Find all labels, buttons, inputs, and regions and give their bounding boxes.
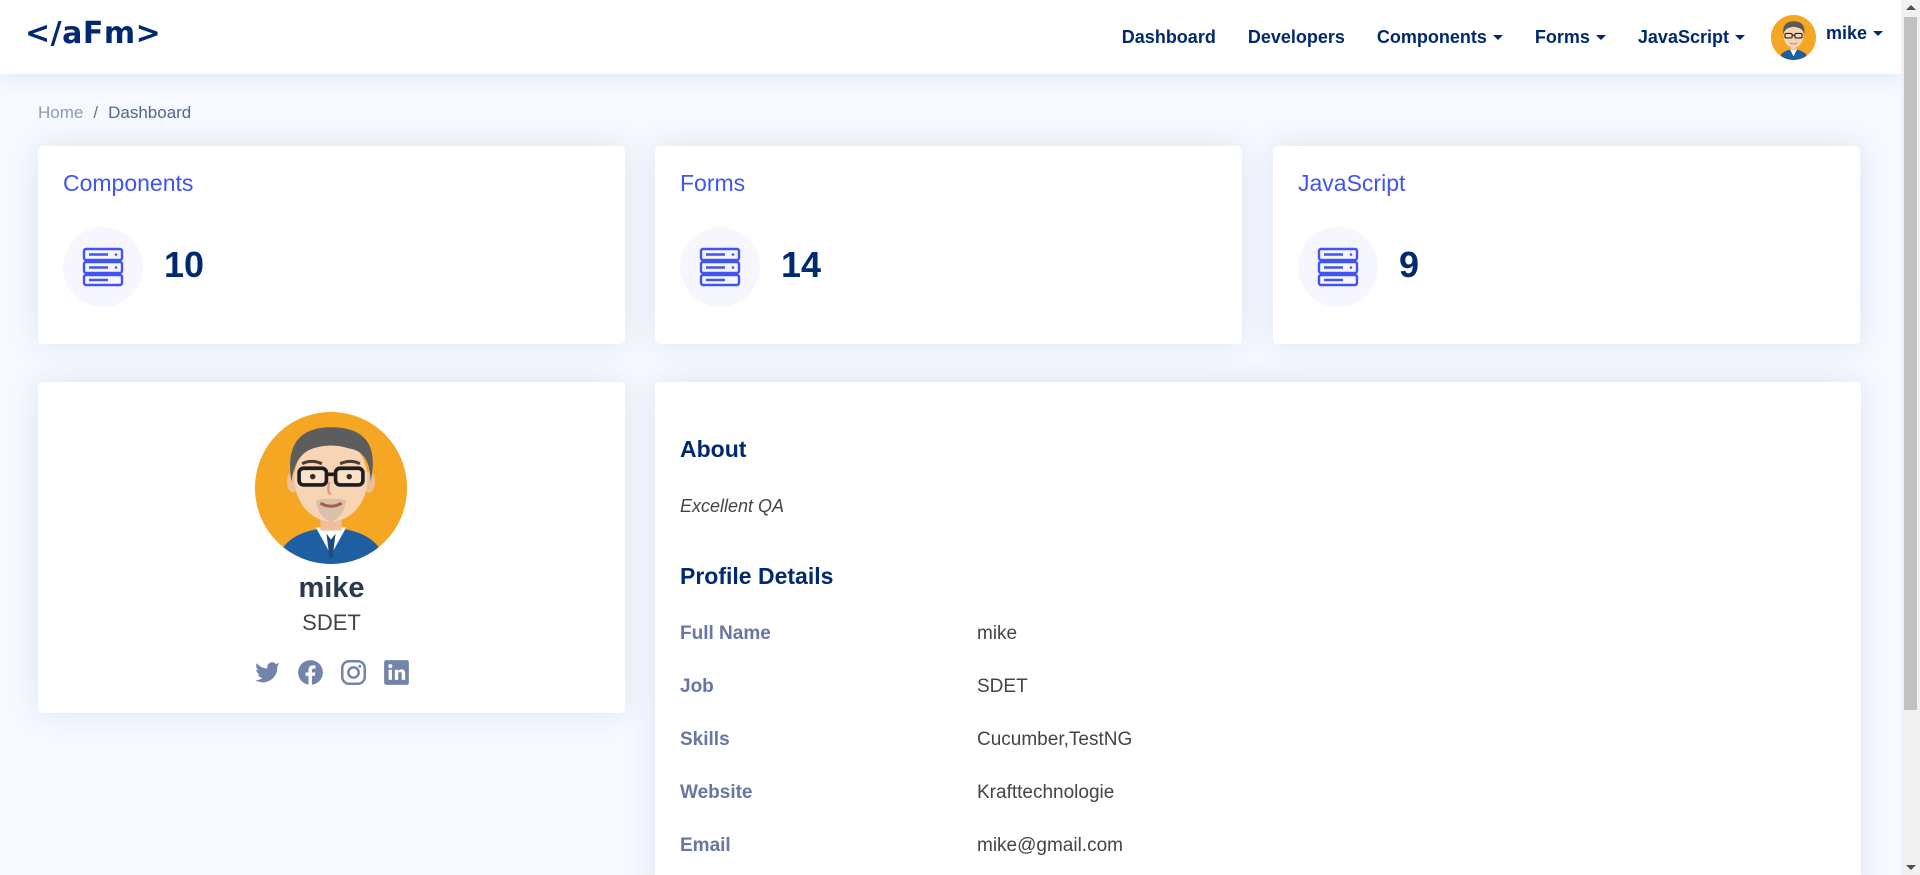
breadcrumb-current: Dashboard bbox=[108, 103, 192, 122]
server-icon bbox=[63, 227, 143, 307]
stat-value: 10 bbox=[164, 244, 205, 285]
nav-developers[interactable]: Developers bbox=[1248, 27, 1345, 48]
server-icon bbox=[680, 227, 760, 307]
facebook-icon[interactable] bbox=[297, 659, 324, 686]
profile-name: mike bbox=[298, 572, 365, 604]
about-text: Excellent QA bbox=[680, 496, 785, 516]
twitter-icon[interactable] bbox=[254, 659, 281, 686]
main-nav: Dashboard Developers Components Forms Ja… bbox=[1090, 0, 1883, 74]
stat-title: JavaScript bbox=[1298, 170, 1406, 196]
detail-value-full-name: mike bbox=[977, 623, 1018, 644]
detail-label-job: Job bbox=[680, 676, 714, 697]
profile-details-title: Profile Details bbox=[680, 563, 834, 589]
instagram-icon[interactable] bbox=[340, 659, 367, 686]
caret-down-icon bbox=[1734, 34, 1745, 40]
caret-down-icon bbox=[1492, 34, 1503, 40]
stat-value: 9 bbox=[1399, 244, 1420, 285]
breadcrumb-home[interactable]: Home bbox=[38, 103, 83, 123]
detail-value-email: mike@gmail.com bbox=[977, 835, 1123, 856]
detail-label-skills: Skills bbox=[680, 729, 730, 750]
page-scrollbar[interactable] bbox=[1901, 0, 1920, 875]
nav-forms-label: Forms bbox=[1534, 26, 1590, 47]
nav-forms-dropdown[interactable]: Forms bbox=[1535, 27, 1606, 48]
breadcrumb: Home / Dashboard bbox=[38, 103, 191, 123]
caret-down-icon bbox=[1595, 34, 1606, 40]
profile-avatar bbox=[255, 412, 407, 564]
nav-components-dropdown[interactable]: Components bbox=[1377, 27, 1503, 48]
user-menu-label: mike bbox=[1825, 22, 1867, 43]
social-links bbox=[38, 659, 625, 686]
detail-value-job: SDET bbox=[977, 676, 1028, 697]
detail-label-full-name: Full Name bbox=[680, 623, 771, 644]
detail-value-website: Krafttechnologie bbox=[977, 782, 1115, 803]
detail-label-website: Website bbox=[680, 782, 753, 803]
nav-dashboard[interactable]: Dashboard bbox=[1122, 27, 1216, 48]
about-title: About bbox=[680, 436, 747, 462]
user-avatar[interactable] bbox=[1770, 14, 1816, 60]
stat-value: 14 bbox=[781, 244, 822, 285]
caret-down-icon bbox=[1873, 30, 1883, 36]
linkedin-icon[interactable] bbox=[383, 659, 410, 686]
nav-javascript-label: JavaScript bbox=[1637, 26, 1729, 47]
stat-title: Components bbox=[63, 170, 194, 196]
nav-javascript-dropdown[interactable]: JavaScript bbox=[1638, 27, 1745, 48]
nav-developers-label: Developers bbox=[1247, 26, 1345, 47]
stat-card-forms: Forms 14 bbox=[655, 146, 1242, 344]
profile-details-card: About Excellent QA Profile Details Full … bbox=[655, 382, 1861, 875]
scroll-thumb[interactable] bbox=[1904, 17, 1917, 710]
detail-label-email: Email bbox=[680, 835, 731, 856]
nav-components-label: Components bbox=[1376, 26, 1487, 47]
profile-job: SDET bbox=[302, 610, 361, 635]
detail-value-skills: Cucumber,TestNG bbox=[977, 729, 1133, 750]
server-icon bbox=[1298, 227, 1378, 307]
user-menu-dropdown[interactable]: mike bbox=[1826, 23, 1883, 44]
breadcrumb-separator: / bbox=[93, 103, 99, 122]
stat-card-javascript: JavaScript 9 bbox=[1273, 146, 1860, 344]
logo[interactable]: </aFm> bbox=[25, 16, 161, 51]
scroll-up-icon[interactable] bbox=[1906, 5, 1916, 10]
top-header: </aFm> Dashboard Developers Components F… bbox=[0, 0, 1901, 74]
nav-dashboard-label: Dashboard bbox=[1121, 26, 1216, 47]
scroll-down-icon[interactable] bbox=[1906, 865, 1916, 870]
stat-title: Forms bbox=[680, 170, 746, 196]
profile-card: mike SDET bbox=[38, 382, 625, 713]
stat-card-components: Components 10 bbox=[38, 146, 625, 344]
